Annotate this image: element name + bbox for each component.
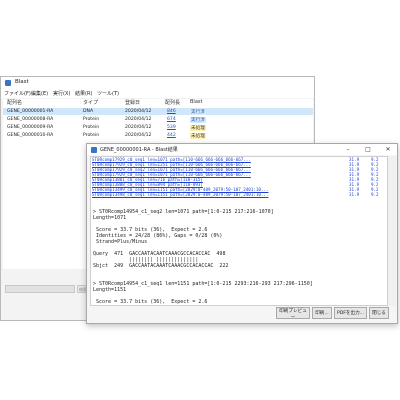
menu-file[interactable]: ファイル(F): [4, 90, 31, 97]
blast-status-badge: 未処理: [190, 124, 206, 131]
main-title-bar: Blast: [1, 77, 314, 89]
hit-score: 31.9: [349, 192, 360, 197]
hit-evalue: 9.2: [371, 192, 379, 197]
sequence-date: 2020/04/12: [125, 132, 152, 138]
column-header-name[interactable]: 配列名: [7, 99, 22, 106]
sequence-length[interactable]: 846: [167, 109, 176, 114]
sequence-length[interactable]: 539: [167, 125, 176, 130]
sequence-name: GENE_00000010-RA: [7, 132, 54, 138]
column-header-blast[interactable]: Blast: [190, 99, 202, 105]
minimize-icon[interactable]: –: [341, 144, 355, 155]
sequence-type: Protein: [83, 116, 100, 122]
list-item[interactable]: GENE_00000001-RA DNA 2020/04/12 846 実行済: [3, 108, 313, 115]
sequence-type: Protein: [83, 124, 100, 130]
column-header-length[interactable]: 配列長: [165, 99, 180, 106]
column-header-date[interactable]: 登録日: [125, 99, 140, 106]
sequence-date: 2020/04/12: [125, 116, 152, 122]
close-icon[interactable]: ✕: [381, 144, 395, 155]
menu-run[interactable]: 実行(X): [53, 90, 70, 97]
print-button[interactable]: 印刷...: [312, 307, 332, 319]
vertical-scrollbar[interactable]: [388, 156, 396, 306]
menu-tools[interactable]: ツール(T): [97, 90, 119, 97]
sequence-date: 2020/04/12: [125, 108, 152, 114]
result-window-title: GENE_00000001-RA - Blast結果: [100, 147, 178, 153]
export-pdf-button[interactable]: PDFを出力...: [334, 307, 367, 319]
list-item[interactable]: GENE_00000009-RA Protein 2020/04/12 539 …: [3, 124, 313, 131]
main-window-title: Blast: [15, 79, 29, 85]
blast-status-badge: 未処理: [190, 132, 206, 139]
filter-input[interactable]: [5, 285, 75, 293]
sequence-type: DNA: [83, 108, 94, 114]
sequence-length[interactable]: 442: [167, 133, 176, 138]
blast-status-badge: 実行済: [190, 116, 206, 123]
list-item[interactable]: GENE_00000010-RA Protein 2020/04/12 442 …: [3, 132, 313, 139]
hit-row[interactable]: ST0Rcomp13498_c0_seq1 len=1151 path=[202…: [91, 192, 387, 197]
sequence-name: GENE_00000001-RA: [7, 108, 54, 114]
menu-edit[interactable]: 編集(E): [31, 90, 48, 97]
maximize-icon[interactable]: □: [361, 144, 375, 155]
sequence-type: Protein: [83, 132, 100, 138]
sequence-name: GENE_00000009-RA: [7, 124, 54, 130]
sequence-date: 2020/04/12: [125, 124, 152, 130]
print-preview-button[interactable]: 印刷プレビュー: [276, 307, 310, 320]
menu-bar: ファイル(F) 編集(E) 実行(X) 結果(R) ツール(T): [1, 89, 314, 98]
result-title-bar: GENE_00000001-RA - Blast結果 – □ ✕: [87, 144, 397, 155]
list-item[interactable]: GENE_00000008-RA Protein 2020/04/12 674 …: [3, 116, 313, 123]
app-icon: [5, 80, 11, 86]
blast-status-badge: 実行済: [190, 108, 206, 115]
close-button[interactable]: 閉じる: [369, 307, 389, 319]
app-icon: [91, 147, 97, 153]
alignment-text: > ST0Rcomp14954_c1_seq2 len=1071 path=[1…: [93, 209, 313, 305]
sequence-length[interactable]: 674: [167, 117, 176, 122]
hit-link[interactable]: ST0Rcomp13498_c0_seq1 len=1151 path=[202…: [92, 192, 268, 197]
blast-result-window: GENE_00000001-RA - Blast結果 – □ ✕ ST0Rcom…: [86, 143, 398, 324]
result-text-area[interactable]: ST0Rcomp17929_c0_seq1 len=1071 path=[110…: [90, 156, 388, 306]
column-header-type[interactable]: タイプ: [83, 99, 98, 106]
sequence-name: GENE_00000008-RA: [7, 116, 54, 122]
menu-result[interactable]: 結果(R): [75, 90, 92, 97]
